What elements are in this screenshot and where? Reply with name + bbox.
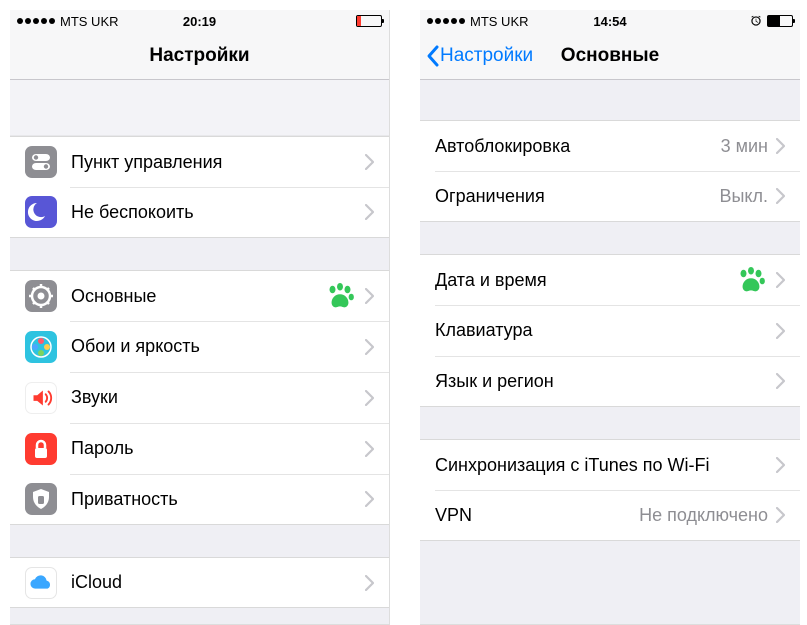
chevron-right-icon xyxy=(365,491,374,507)
paw-icon xyxy=(736,266,766,294)
settings-row[interactable]: Не беспокоить xyxy=(10,187,389,238)
faded-row xyxy=(10,80,389,136)
settings-row[interactable]: Пункт управления xyxy=(10,136,389,187)
row-label: Приватность xyxy=(71,489,365,510)
chevron-right-icon xyxy=(776,373,785,389)
settings-row[interactable]: Язык и регион xyxy=(420,356,800,407)
row-label: Язык и регион xyxy=(435,371,776,392)
settings-group: Основные Обои и яркость Звуки Пароль Приватн… xyxy=(10,270,389,525)
icloud-icon xyxy=(25,567,57,599)
general-list[interactable]: Автоблокировка3 минОграниченияВыкл. Дата… xyxy=(420,80,800,624)
status-time: 14:54 xyxy=(593,14,626,29)
nav-bar: Настройки Основные xyxy=(420,32,800,80)
row-label: Пароль xyxy=(71,438,365,459)
carrier-label: MTS UKR xyxy=(470,14,529,29)
chevron-right-icon xyxy=(365,154,374,170)
settings-row[interactable]: Пароль xyxy=(10,423,389,474)
chevron-right-icon xyxy=(365,390,374,406)
general-icon xyxy=(25,280,57,312)
passcode-icon xyxy=(25,433,57,465)
row-label: Автоблокировка xyxy=(435,136,721,157)
back-button[interactable]: Настройки xyxy=(426,44,533,68)
row-value: Не подключено xyxy=(639,505,768,526)
settings-row[interactable]: Звуки xyxy=(10,372,389,423)
chevron-right-icon xyxy=(365,575,374,591)
settings-group: Синхронизация с iTunes по Wi-Fi VPNНе под… xyxy=(420,439,800,541)
nav-title: Основные xyxy=(561,45,659,67)
row-label: Ограничения xyxy=(435,186,719,207)
row-label: Не беспокоить xyxy=(71,202,365,223)
row-value: 3 мин xyxy=(721,136,768,157)
settings-group: Дата и время Клавиатура Язык и регион xyxy=(420,254,800,407)
row-label: iCloud xyxy=(71,572,365,593)
phone-right: MTS UKR 14:54 Настройки Основные Автобло… xyxy=(420,10,800,625)
battery-icon xyxy=(767,15,793,27)
settings-group: Автоблокировка3 минОграниченияВыкл. xyxy=(420,120,800,222)
nav-bar: Настройки xyxy=(10,32,389,80)
sounds-icon xyxy=(25,382,57,414)
row-label: Звуки xyxy=(71,387,365,408)
signal-icon xyxy=(17,18,55,24)
row-label: Пункт управления xyxy=(71,152,365,173)
row-label: Обои и яркость xyxy=(71,336,365,357)
wallpaper-icon xyxy=(25,331,57,363)
row-label: Синхронизация с iTunes по Wi-Fi xyxy=(435,455,776,476)
chevron-right-icon xyxy=(776,272,785,288)
row-label: Клавиатура xyxy=(435,320,776,341)
row-label: Основные xyxy=(71,286,325,307)
battery-icon xyxy=(356,15,382,27)
signal-icon xyxy=(427,18,465,24)
back-label: Настройки xyxy=(440,45,533,67)
settings-row[interactable]: ОграниченияВыкл. xyxy=(420,171,800,222)
chevron-right-icon xyxy=(776,138,785,154)
chevron-right-icon xyxy=(776,457,785,473)
settings-list[interactable]: Пункт управления Не беспокоить Основные Об… xyxy=(10,80,389,624)
settings-group: iCloud xyxy=(10,557,389,608)
privacy-icon xyxy=(25,483,57,515)
chevron-right-icon xyxy=(776,188,785,204)
settings-row[interactable]: Дата и время xyxy=(420,254,800,305)
settings-row[interactable]: Клавиатура xyxy=(420,305,800,356)
status-bar: MTS UKR 20:19 xyxy=(10,10,389,32)
control-center-icon xyxy=(25,146,57,178)
settings-row[interactable]: Приватность xyxy=(10,474,389,525)
dnd-icon xyxy=(25,196,57,228)
settings-group: Пункт управления Не беспокоить xyxy=(10,136,389,238)
chevron-right-icon xyxy=(365,288,374,304)
settings-row[interactable]: VPNНе подключено xyxy=(420,490,800,541)
nav-title: Настройки xyxy=(149,45,249,67)
settings-row[interactable]: Синхронизация с iTunes по Wi-Fi xyxy=(420,439,800,490)
settings-row[interactable]: Основные xyxy=(10,270,389,321)
status-bar: MTS UKR 14:54 xyxy=(420,10,800,32)
chevron-right-icon xyxy=(365,339,374,355)
chevron-right-icon xyxy=(776,323,785,339)
carrier-label: MTS UKR xyxy=(60,14,119,29)
paw-icon xyxy=(325,282,355,310)
chevron-right-icon xyxy=(365,441,374,457)
row-label: VPN xyxy=(435,505,639,526)
status-time: 20:19 xyxy=(183,14,216,29)
alarm-icon xyxy=(749,14,763,28)
chevron-right-icon xyxy=(776,507,785,523)
settings-row[interactable]: iCloud xyxy=(10,557,389,608)
settings-row[interactable]: Обои и яркость xyxy=(10,321,389,372)
chevron-right-icon xyxy=(365,204,374,220)
row-value: Выкл. xyxy=(719,186,768,207)
phone-left: MTS UKR 20:19 Настройки Пункт управления… xyxy=(10,10,390,625)
row-label: Дата и время xyxy=(435,270,736,291)
settings-row[interactable]: Автоблокировка3 мин xyxy=(420,120,800,171)
